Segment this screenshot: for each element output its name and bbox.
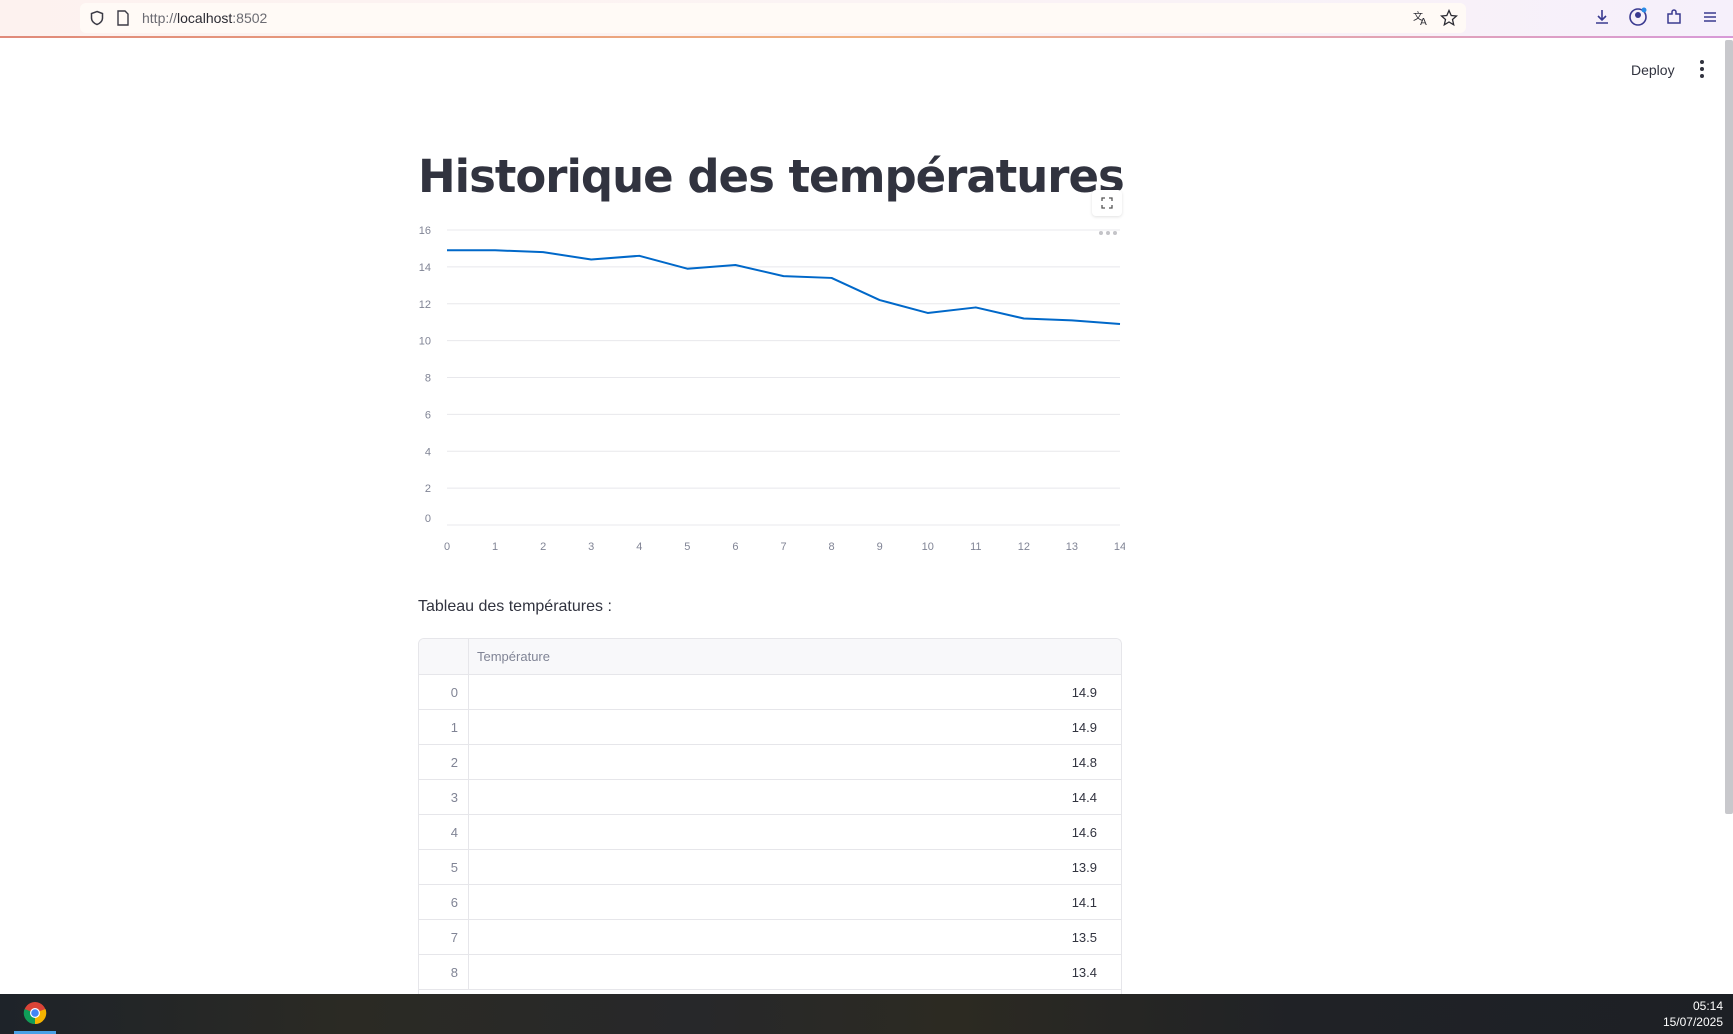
table-row[interactable]: 7 13.5 bbox=[419, 920, 1121, 955]
table-row[interactable]: 4 14.6 bbox=[419, 815, 1121, 850]
x-tick-label: 11 bbox=[970, 541, 981, 553]
system-clock[interactable]: 05:14 15/07/2025 bbox=[1663, 998, 1723, 1030]
deploy-button[interactable]: Deploy bbox=[1625, 58, 1681, 82]
x-tick-label: 12 bbox=[1018, 541, 1030, 553]
taskbar: 05:14 15/07/2025 bbox=[0, 994, 1733, 1034]
row-index: 8 bbox=[419, 955, 469, 989]
y-tick-label: 4 bbox=[425, 446, 431, 458]
browser-toolbar: http://localhost:8502 文A bbox=[0, 0, 1733, 38]
y-tick-label: 6 bbox=[425, 409, 431, 421]
x-tick-label: 14 bbox=[1114, 541, 1125, 553]
x-tick-label: 0 bbox=[444, 541, 450, 553]
line-chart: 02468101214160 1 2 3 4 5 6 7 8 9 10 11 12 13 14 bbox=[419, 225, 1125, 553]
x-tick-label: 7 bbox=[780, 541, 786, 553]
table-row[interactable]: 3 14.4 bbox=[419, 780, 1121, 815]
x-tick-label: 2 bbox=[540, 541, 546, 553]
translate-icon[interactable]: 文A bbox=[1412, 9, 1430, 27]
clock-time: 05:14 bbox=[1692, 999, 1723, 1013]
row-index: 0 bbox=[419, 675, 469, 709]
fullscreen-icon[interactable] bbox=[1092, 190, 1122, 216]
page-title: Historique des températures bbox=[418, 150, 1125, 203]
y-tick-label: 12 bbox=[419, 299, 431, 311]
temperature-series-line bbox=[447, 249, 1121, 326]
page-icon bbox=[114, 9, 132, 27]
url-text[interactable]: http://localhost:8502 bbox=[142, 10, 267, 26]
y-tick-label: 14 bbox=[419, 262, 431, 274]
y-tick-label: 10 bbox=[419, 336, 431, 348]
row-index: 1 bbox=[419, 710, 469, 744]
row-index: 7 bbox=[419, 920, 469, 954]
bookmark-star-icon[interactable] bbox=[1440, 9, 1458, 27]
table-row[interactable]: 5 13.9 bbox=[419, 850, 1121, 885]
temperature-cell[interactable]: 14.9 bbox=[469, 710, 1113, 744]
x-tick-label: 3 bbox=[588, 541, 594, 553]
x-tick-label: 8 bbox=[829, 541, 835, 553]
table-caption: Tableau des températures : bbox=[418, 598, 612, 615]
chrome-app-icon[interactable] bbox=[14, 994, 56, 1034]
x-tick-label: 9 bbox=[877, 541, 883, 553]
row-index: 4 bbox=[419, 815, 469, 849]
x-tick-label: 13 bbox=[1066, 541, 1078, 553]
x-tick-label: 6 bbox=[732, 541, 738, 553]
table-row[interactable]: 2 14.8 bbox=[419, 745, 1121, 780]
row-index: 3 bbox=[419, 780, 469, 814]
temperature-cell[interactable]: 14.8 bbox=[469, 745, 1113, 779]
table-row[interactable]: 6 14.1 bbox=[419, 885, 1121, 920]
clock-date: 15/07/2025 bbox=[1662, 1015, 1723, 1029]
temperature-cell[interactable]: 13.4 bbox=[469, 955, 1113, 989]
extensions-icon[interactable] bbox=[1663, 6, 1685, 28]
temperature-cell[interactable]: 14.1 bbox=[469, 885, 1113, 919]
table-row[interactable]: 1 14.9 bbox=[419, 710, 1121, 745]
shield-icon[interactable] bbox=[88, 9, 106, 27]
row-index: 5 bbox=[419, 850, 469, 884]
y-tick-label: 2 bbox=[425, 483, 431, 495]
table-row[interactable]: 0 14.9 bbox=[419, 675, 1121, 710]
account-icon[interactable] bbox=[1627, 6, 1649, 28]
row-index: 6 bbox=[419, 885, 469, 919]
url-port: :8502 bbox=[232, 10, 268, 26]
temperature-cell[interactable]: 14.9 bbox=[469, 675, 1113, 709]
x-tick-label: 5 bbox=[684, 541, 690, 553]
y-tick-label: 0 bbox=[425, 513, 431, 525]
y-tick-label: 8 bbox=[425, 373, 431, 385]
temperature-cell[interactable]: 13.5 bbox=[469, 920, 1113, 954]
x-tick-label: 1 bbox=[492, 541, 498, 553]
main-menu-icon[interactable] bbox=[1693, 58, 1711, 80]
column-header-temperature[interactable]: Température bbox=[469, 639, 1113, 674]
url-host: localhost bbox=[177, 10, 233, 26]
svg-text:A: A bbox=[1420, 17, 1427, 27]
x-tick-label: 4 bbox=[636, 541, 642, 553]
row-index: 2 bbox=[419, 745, 469, 779]
temperature-cell[interactable]: 13.9 bbox=[469, 850, 1113, 884]
x-tick-label: 10 bbox=[922, 541, 934, 553]
index-header bbox=[419, 639, 469, 674]
temperature-cell[interactable]: 14.6 bbox=[469, 815, 1113, 849]
hamburger-menu-icon[interactable] bbox=[1699, 6, 1721, 28]
table-row[interactable]: 8 13.4 bbox=[419, 955, 1121, 990]
download-icon[interactable] bbox=[1591, 6, 1613, 28]
address-bar[interactable]: http://localhost:8502 文A bbox=[80, 3, 1466, 33]
url-prefix: http:// bbox=[142, 10, 178, 26]
temperature-cell[interactable]: 14.4 bbox=[469, 780, 1113, 814]
temperature-table[interactable]: Température 0 14.9 1 14.9 2 14.8 3 14.4 4 14.6 5 13… bbox=[418, 638, 1122, 994]
page-scrollbar[interactable] bbox=[1725, 40, 1733, 814]
table-header-row: Température bbox=[419, 639, 1121, 675]
y-tick-label: 16 bbox=[419, 225, 431, 237]
